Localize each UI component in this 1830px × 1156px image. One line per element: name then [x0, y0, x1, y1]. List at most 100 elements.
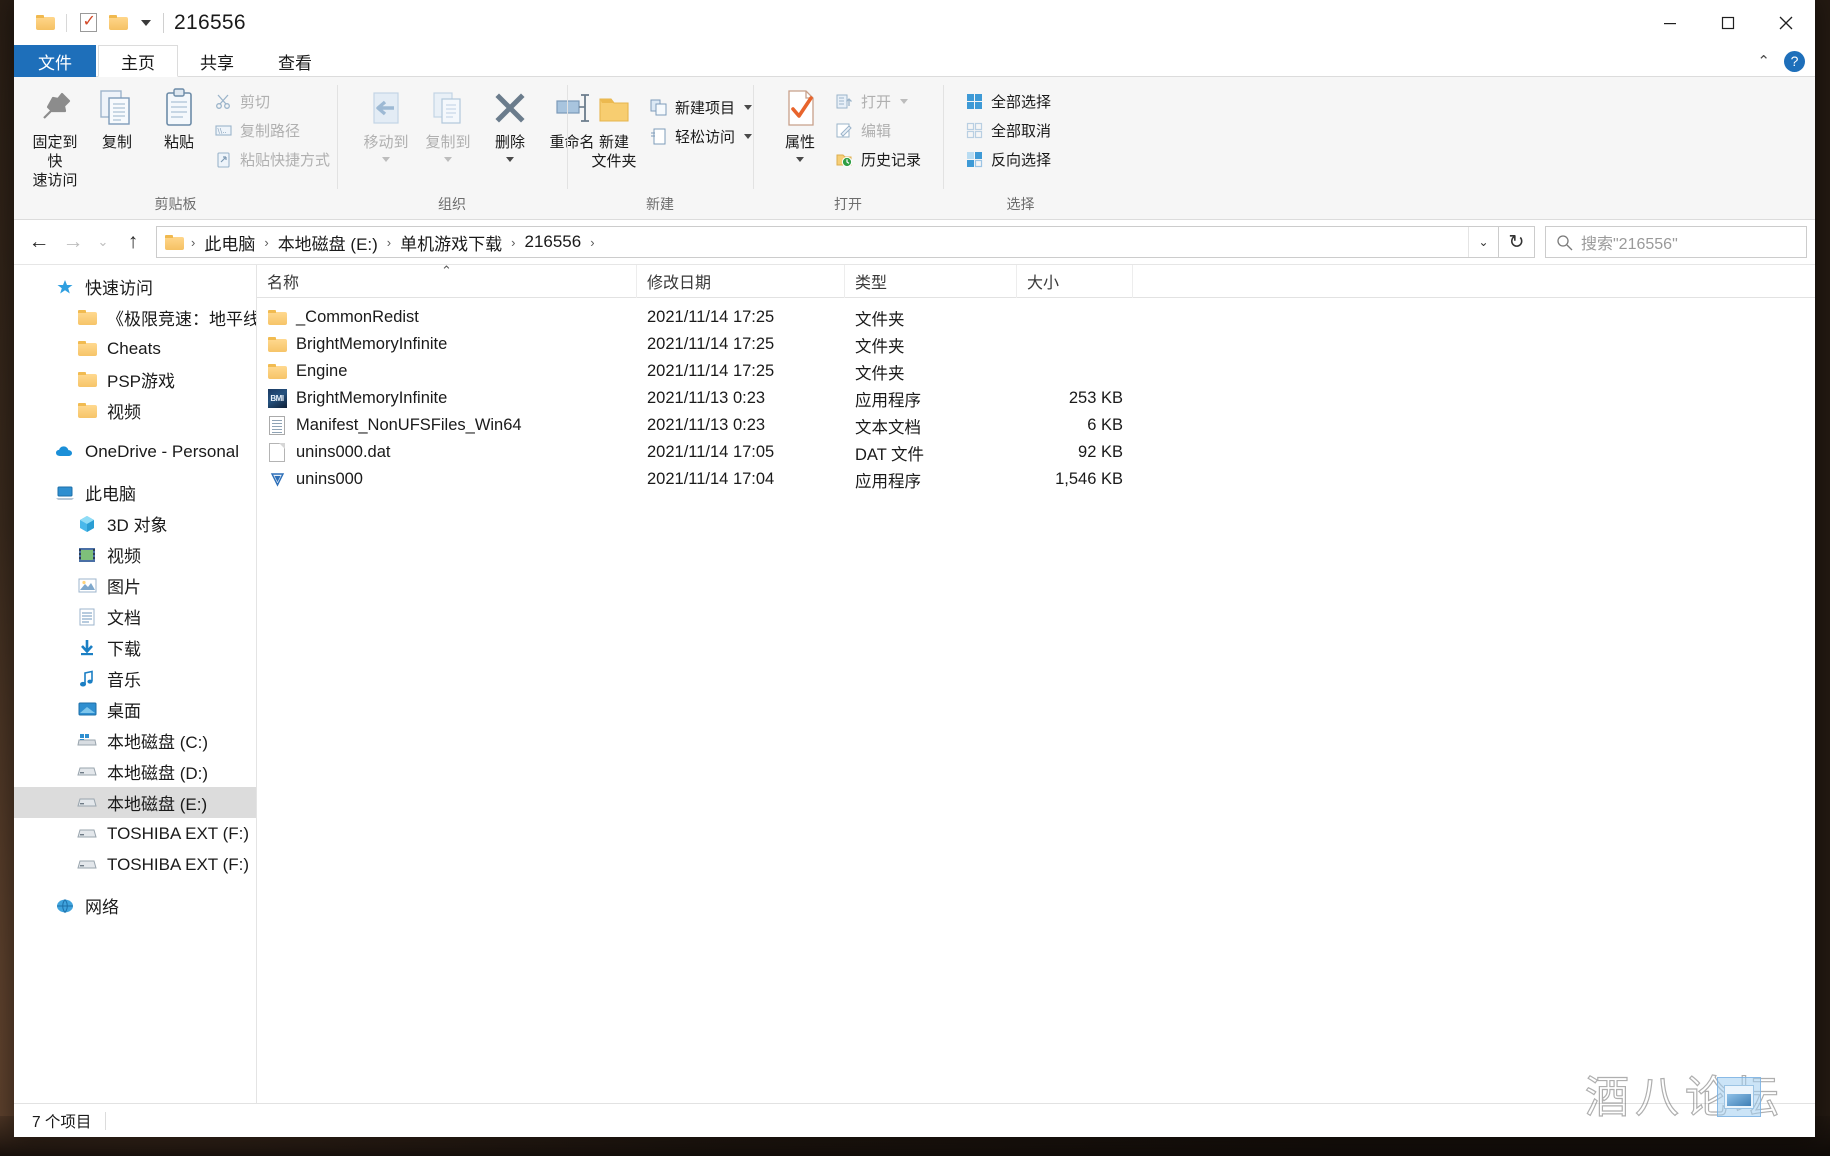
address-input[interactable]: › 此电脑 › 本地磁盘 (E:) › 单机游戏下载 › 216556 › ⌄	[156, 226, 1499, 258]
back-button[interactable]: ←	[22, 225, 56, 259]
star-icon	[54, 277, 76, 297]
paste-button[interactable]: 粘贴	[148, 85, 210, 152]
move-to-button[interactable]: 移动到	[355, 85, 417, 162]
minimize-button[interactable]	[1641, 0, 1699, 45]
column-label: 类型	[855, 275, 888, 292]
sidebar-item-cheats[interactable]: Cheats	[14, 333, 256, 364]
cut-label: 剪切	[240, 94, 271, 111]
sidebar-item-toshiba-ext-2[interactable]: TOSHIBA EXT (F:)	[14, 849, 256, 880]
qat-customize-dropdown-icon[interactable]	[133, 19, 159, 26]
qat-properties-checkmark-icon[interactable]	[73, 8, 103, 38]
sidebar-item-3d-objects[interactable]: 3D 对象	[14, 508, 256, 539]
close-button[interactable]	[1757, 0, 1815, 45]
navigation-pane[interactable]: 快速访问 《极限竞速：地平线 Cheats PSP游戏 视频 OneDrive …	[14, 265, 257, 1103]
address-dropdown-icon[interactable]: ⌄	[1468, 227, 1498, 257]
breadcrumb-item-1[interactable]: 本地磁盘 (E:)	[272, 227, 384, 258]
collapse-ribbon-icon[interactable]: ⌃	[1757, 52, 1770, 70]
qat-new-folder-icon[interactable]	[103, 8, 133, 38]
sidebar-item-psp-games[interactable]: PSP游戏	[14, 364, 256, 395]
select-all-button[interactable]: 全部选择	[961, 87, 1059, 116]
main-content: 快速访问 《极限竞速：地平线 Cheats PSP游戏 视频 OneDrive …	[14, 263, 1815, 1103]
history-button[interactable]: 历史记录	[831, 145, 929, 174]
table-row[interactable]: _CommonRedist 2021/11/14 17:25 文件夹	[257, 304, 1815, 331]
table-row[interactable]: unins000 2021/11/14 17:04 应用程序 1,546 KB	[257, 466, 1815, 493]
invert-selection-button[interactable]: 反向选择	[961, 145, 1059, 174]
organize-group-label: 组织	[438, 196, 466, 212]
sidebar-item-forza-horizon[interactable]: 《极限竞速：地平线	[14, 302, 256, 333]
sidebar-item-quick-access[interactable]: 快速访问	[14, 271, 256, 302]
cut-button[interactable]: 剪切	[210, 87, 338, 116]
table-row[interactable]: BMI BrightMemoryInfinite 2021/11/13 0:23…	[257, 385, 1815, 412]
view-mode-icon[interactable]	[1717, 1077, 1761, 1117]
select-none-button[interactable]: 全部取消	[961, 116, 1059, 145]
scissors-icon	[214, 92, 233, 111]
file-size: 1,546 KB	[1055, 470, 1123, 488]
open-dropdown-icon[interactable]	[900, 99, 909, 104]
help-icon[interactable]: ?	[1784, 50, 1805, 72]
recent-locations-button[interactable]: ⌄	[90, 225, 116, 259]
sidebar-item-this-pc[interactable]: 此电脑	[14, 477, 256, 508]
table-row[interactable]: Manifest_NonUFSFiles_Win64 2021/11/13 0:…	[257, 412, 1815, 439]
edit-button[interactable]: 编辑	[831, 116, 929, 145]
copy-to-button[interactable]: 复制到	[417, 85, 479, 162]
breadcrumb-item-2[interactable]: 单机游戏下载	[394, 227, 508, 258]
copy-to-dropdown-icon[interactable]	[444, 157, 452, 162]
sidebar-item-videos[interactable]: 视频	[14, 539, 256, 570]
properties-label: 属性	[784, 134, 815, 151]
tab-home[interactable]: 主页	[98, 45, 178, 77]
table-row[interactable]: unins000.dat 2021/11/14 17:05 DAT 文件 92 …	[257, 439, 1815, 466]
delete-button[interactable]: 删除	[479, 85, 541, 162]
refresh-button[interactable]: ↻	[1499, 226, 1535, 258]
sidebar-item-desktop[interactable]: 桌面	[14, 694, 256, 725]
new-item-dropdown-icon[interactable]	[744, 105, 753, 110]
column-header-size[interactable]: 大小	[1017, 264, 1133, 298]
copy-path-button[interactable]: \\.. 复制路径	[210, 116, 338, 145]
properties-button[interactable]: 属性	[769, 85, 831, 162]
breadcrumb-sep[interactable]: ›	[261, 235, 271, 250]
up-button[interactable]: ↑	[116, 225, 150, 259]
sidebar-item-drive-d[interactable]: 本地磁盘 (D:)	[14, 756, 256, 787]
copy-button[interactable]: 复制	[86, 85, 148, 152]
paste-shortcut-button[interactable]: 粘贴快捷方式	[210, 145, 338, 174]
maximize-button[interactable]	[1699, 0, 1757, 45]
qat-folder-icon[interactable]	[30, 8, 60, 38]
column-header-name[interactable]: ⌃ 名称	[257, 263, 637, 298]
search-box[interactable]: 搜索"216556"	[1545, 226, 1807, 258]
delete-dropdown-icon[interactable]	[506, 157, 514, 162]
column-header-type[interactable]: 类型	[845, 264, 1017, 298]
sidebar-item-drive-e[interactable]: 本地磁盘 (E:)	[14, 787, 256, 818]
sidebar-item-drive-c[interactable]: 本地磁盘 (C:)	[14, 725, 256, 756]
tab-view[interactable]: 查看	[256, 45, 334, 77]
open-button[interactable]: 打开	[831, 87, 929, 116]
breadcrumb-sep[interactable]: ›	[587, 235, 597, 250]
properties-icon	[780, 85, 820, 129]
table-row[interactable]: BrightMemoryInfinite 2021/11/14 17:25 文件…	[257, 331, 1815, 358]
sidebar-item-music[interactable]: 音乐	[14, 663, 256, 694]
sidebar-item-toshiba-ext-1[interactable]: TOSHIBA EXT (F:)	[14, 818, 256, 849]
sidebar-label: 视频	[107, 547, 141, 566]
easy-access-dropdown-icon[interactable]	[744, 134, 753, 139]
move-to-dropdown-icon[interactable]	[382, 157, 390, 162]
forward-button[interactable]: →	[56, 225, 90, 259]
column-header-date[interactable]: 修改日期	[637, 264, 845, 298]
folder-icon	[76, 401, 98, 421]
tab-file[interactable]: 文件	[14, 45, 96, 77]
sidebar-item-downloads[interactable]: 下载	[14, 632, 256, 663]
sidebar-item-documents[interactable]: 文档	[14, 601, 256, 632]
breadcrumb-item-0[interactable]: 此电脑	[198, 227, 261, 258]
sidebar-item-onedrive[interactable]: OneDrive - Personal	[14, 436, 256, 467]
tab-share[interactable]: 共享	[178, 45, 256, 77]
new-item-button[interactable]: 新建项目	[645, 93, 760, 122]
breadcrumb-sep[interactable]: ›	[384, 235, 394, 250]
sidebar-item-network[interactable]: 网络	[14, 890, 256, 921]
pin-label: 固定到快 速访问	[32, 134, 78, 189]
pin-to-quick-access-button[interactable]: 固定到快 速访问	[24, 85, 86, 190]
sidebar-item-videos-qa[interactable]: 视频	[14, 395, 256, 426]
properties-dropdown-icon[interactable]	[796, 157, 804, 162]
sidebar-item-pictures[interactable]: 图片	[14, 570, 256, 601]
new-folder-button[interactable]: 新建 文件夹	[583, 85, 645, 171]
table-row[interactable]: Engine 2021/11/14 17:25 文件夹	[257, 358, 1815, 385]
breadcrumb-item-3[interactable]: 216556	[518, 229, 587, 255]
easy-access-button[interactable]: 轻松访问	[645, 122, 760, 151]
breadcrumb-sep[interactable]: ›	[508, 235, 518, 250]
